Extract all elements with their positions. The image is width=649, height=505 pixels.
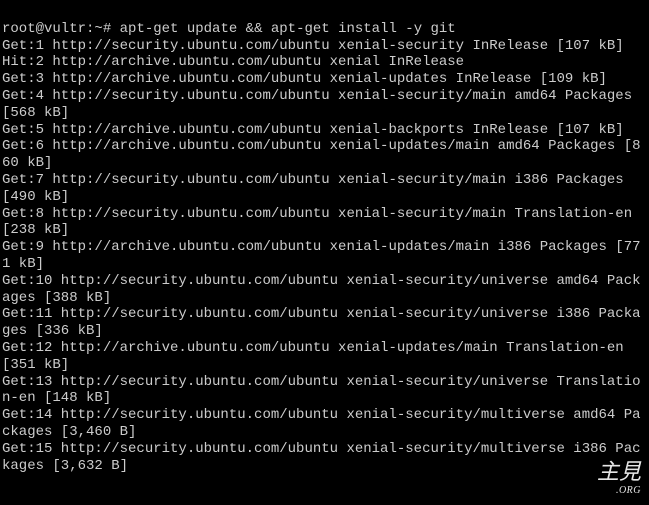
terminal-output: root@vultr:~# apt-get update && apt-get … <box>2 4 647 474</box>
apt-output-line: Hit:2 http://archive.ubuntu.com/ubuntu x… <box>2 54 647 71</box>
prompt-command: apt-get update && apt-get install -y git <box>120 21 456 37</box>
apt-output-line: Get:7 http://security.ubuntu.com/ubuntu … <box>2 172 647 206</box>
apt-output-line: Get:1 http://security.ubuntu.com/ubuntu … <box>2 38 647 55</box>
prompt-user-host: root@vultr <box>2 21 86 37</box>
apt-output-line: Get:14 http://security.ubuntu.com/ubuntu… <box>2 407 647 441</box>
apt-output-line: Get:13 http://security.ubuntu.com/ubuntu… <box>2 374 647 408</box>
apt-output-line: Get:15 http://security.ubuntu.com/ubuntu… <box>2 441 647 475</box>
apt-output-line: Get:4 http://security.ubuntu.com/ubuntu … <box>2 88 647 122</box>
prompt-cwd: ~ <box>94 21 102 37</box>
apt-output-line: Get:12 http://archive.ubuntu.com/ubuntu … <box>2 340 647 374</box>
prompt-line: root@vultr:~# apt-get update && apt-get … <box>2 21 456 37</box>
watermark-sub: .ORG <box>597 485 641 497</box>
apt-output-line: Get:10 http://security.ubuntu.com/ubuntu… <box>2 273 647 307</box>
apt-output-line: Get:8 http://security.ubuntu.com/ubuntu … <box>2 206 647 240</box>
apt-output-line: Get:9 http://archive.ubuntu.com/ubuntu x… <box>2 239 647 273</box>
apt-output-line: Get:6 http://archive.ubuntu.com/ubuntu x… <box>2 138 647 172</box>
apt-output-line: Get:11 http://security.ubuntu.com/ubuntu… <box>2 306 647 340</box>
prompt-symbol: # <box>103 21 111 37</box>
apt-output-line: Get:5 http://archive.ubuntu.com/ubuntu x… <box>2 122 647 139</box>
apt-output-line: Get:3 http://archive.ubuntu.com/ubuntu x… <box>2 71 647 88</box>
